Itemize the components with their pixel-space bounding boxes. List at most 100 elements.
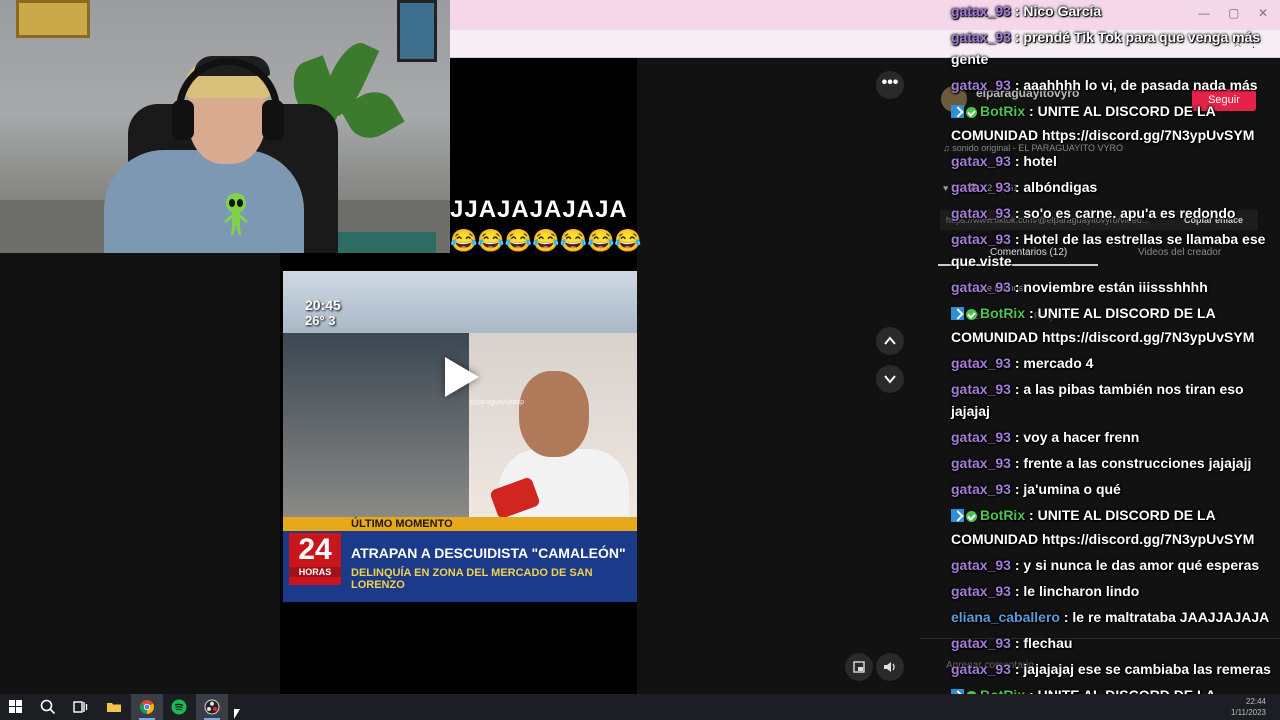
chat-username[interactable]: gatax_93 [951, 429, 1011, 445]
chat-text: flechau [1023, 635, 1073, 651]
chat-separator: : [1010, 583, 1024, 599]
bot-badge-icon [951, 304, 980, 326]
chat-separator: : [1025, 507, 1038, 523]
chat-username[interactable]: gatax_93 [951, 661, 1011, 677]
chat-username[interactable]: gatax_93 [951, 29, 1011, 45]
chrome-icon [140, 700, 154, 714]
chat-separator: : [1059, 609, 1073, 625]
pip-icon [853, 661, 865, 673]
file-explorer-button[interactable] [98, 694, 130, 720]
chat-message: gatax_93 : Hotel de las estrellas se lla… [948, 228, 1280, 272]
chat-separator: : [1010, 3, 1024, 19]
chat-message: BotRix : UNITE AL DISCORD DE LA COMUNIDA… [948, 100, 1280, 146]
video-watermark: @paraguayoitekp [469, 399, 524, 406]
bot-icon [951, 509, 964, 522]
news-headline: ATRAPAN A DESCUIDISTA "CAMALEÓN" [351, 545, 626, 561]
chat-message: gatax_93 : ja'umina o qué [948, 478, 1280, 500]
chat-message: gatax_93 : jajajajaj ese se cambiaba las… [948, 658, 1280, 680]
speaker-icon [884, 662, 895, 672]
chat-message: gatax_93 : flechau [948, 632, 1280, 654]
chat-username[interactable]: gatax_93 [951, 231, 1011, 247]
chat-separator: : [1010, 231, 1024, 247]
chat-username[interactable]: BotRix [980, 507, 1025, 523]
volume-button[interactable] [876, 653, 904, 681]
chat-message: gatax_93 : a las pibas también nos tiran… [948, 378, 1280, 422]
chat-message: BotRix : UNITE AL DISCORD DE LA COMUNIDA… [948, 302, 1280, 348]
chat-text: mercado 4 [1023, 355, 1094, 371]
bot-badge-icon [951, 102, 980, 124]
stream-chat: gatax_93 : Nico García gatax_93 : prendé … [948, 0, 1280, 720]
chat-message: gatax_93 : so'o es carne. apu'a es redon… [948, 202, 1280, 224]
chrome-button[interactable] [131, 694, 163, 720]
chat-separator: : [1010, 661, 1024, 677]
obs-button[interactable] [196, 694, 228, 720]
chat-username[interactable]: gatax_93 [951, 557, 1011, 573]
system-clock[interactable]: 22:44 1/11/2023 [1231, 696, 1266, 718]
next-video-button[interactable] [876, 365, 904, 393]
chat-text: albóndigas [1023, 179, 1098, 195]
chat-message: gatax_93 : frente a las construcciones j… [948, 452, 1280, 474]
bot-icon [951, 105, 964, 118]
spotify-icon [171, 699, 187, 715]
chat-username[interactable]: BotRix [980, 103, 1025, 119]
previous-video-button[interactable] [876, 327, 904, 355]
news-logo: 24 HORAS [289, 533, 341, 585]
chat-text: hotel [1023, 153, 1057, 169]
search-icon [40, 699, 56, 715]
windows-start-button[interactable] [0, 694, 32, 720]
chat-separator: : [1010, 205, 1024, 221]
news-tag: ÚLTIMO MOMENTO [283, 517, 637, 531]
chat-text: ja'umina o qué [1023, 481, 1121, 497]
spotify-button[interactable] [163, 694, 195, 720]
chat-text: noviembre están iiissshhhh [1023, 279, 1208, 295]
chat-username[interactable]: gatax_93 [951, 179, 1011, 195]
taskbar-search-button[interactable] [32, 694, 64, 720]
chat-username[interactable]: BotRix [980, 305, 1025, 321]
chat-message: gatax_93 : albóndigas [948, 176, 1280, 198]
picture-in-picture-button[interactable] [845, 653, 873, 681]
screen: ☆ ⋮ — ▢ ✕ JJAJAJAJAJA 😂😂😂😂😂😂😂 20:45 26° … [0, 0, 1280, 720]
task-view-button[interactable] [64, 694, 96, 720]
wall-picture-frame [16, 0, 90, 38]
chat-username[interactable]: gatax_93 [951, 455, 1011, 471]
verified-icon [966, 309, 977, 320]
chevron-up-icon [884, 336, 896, 345]
chat-username[interactable]: gatax_93 [951, 355, 1011, 371]
video-player[interactable]: 20:45 26° 3 @paraguayoitekp ÚLTIMO MOMEN… [283, 271, 637, 602]
chat-separator: : [1010, 557, 1024, 573]
chat-message: gatax_93 : mercado 4 [948, 352, 1280, 374]
chat-username[interactable]: gatax_93 [951, 279, 1011, 295]
chat-text: frente a las construcciones jajajajj [1023, 455, 1252, 471]
chat-separator: : [1025, 103, 1038, 119]
play-icon[interactable] [445, 357, 479, 397]
chat-username[interactable]: gatax_93 [951, 3, 1011, 19]
chat-username[interactable]: gatax_93 [951, 205, 1011, 221]
chat-username[interactable]: gatax_93 [951, 635, 1011, 651]
chat-text: Nico García [1023, 3, 1102, 19]
chat-username[interactable]: gatax_93 [951, 481, 1011, 497]
streamer-shirt [104, 150, 304, 253]
chat-message: gatax_93 : Nico García [948, 0, 1280, 22]
news-subheadline: DELINQUÍA EN ZONA DEL MERCADO DE SAN LOR… [351, 567, 593, 591]
more-options-button[interactable]: ••• [876, 71, 904, 99]
chat-username[interactable]: gatax_93 [951, 381, 1011, 397]
headset-cup-left [172, 100, 194, 140]
chat-separator: : [1025, 305, 1038, 321]
video-left-scene [283, 333, 469, 517]
video-timestamp: 20:45 [305, 297, 341, 313]
chat-username[interactable]: gatax_93 [951, 153, 1011, 169]
verified-icon [966, 107, 977, 118]
clock-date: 1/11/2023 [1231, 708, 1266, 717]
news-logo-horas: HORAS [289, 567, 341, 577]
chat-separator: : [1010, 635, 1024, 651]
windows-taskbar: 22:44 1/11/2023 [0, 694, 1280, 720]
chat-username[interactable]: eliana_caballero [951, 609, 1060, 625]
chat-separator: : [1010, 355, 1024, 371]
chat-message: gatax_93 : prendé Tik Tok para que venga… [948, 26, 1280, 70]
chat-username[interactable]: gatax_93 [951, 77, 1011, 93]
chat-username[interactable]: gatax_93 [951, 583, 1011, 599]
folder-icon [107, 703, 121, 712]
chat-text: aaahhhh lo vi, de pasada nada más [1023, 77, 1258, 93]
chat-message: BotRix : UNITE AL DISCORD DE LA COMUNIDA… [948, 504, 1280, 550]
chat-separator: : [1010, 381, 1024, 397]
